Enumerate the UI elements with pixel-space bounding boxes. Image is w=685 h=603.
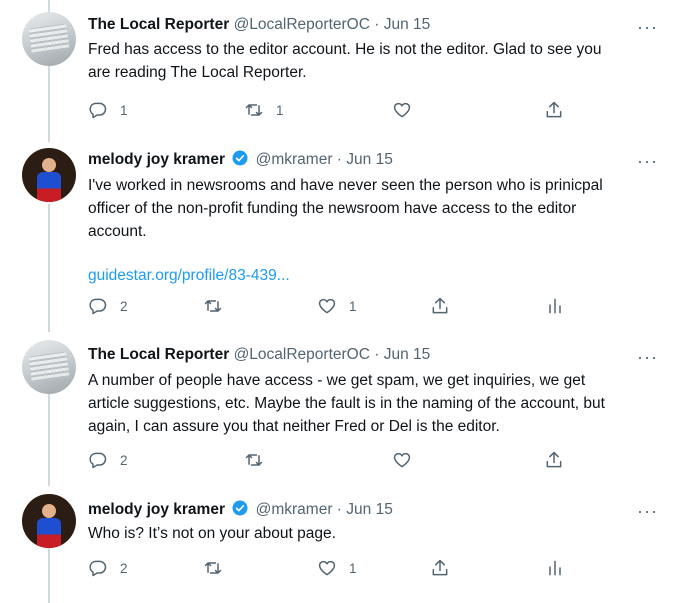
- retweet-button[interactable]: [203, 556, 223, 580]
- tweet-text-line: are reading The Local Reporter.: [88, 64, 307, 81]
- like-count: 1: [349, 560, 357, 576]
- reply-count: 2: [120, 452, 128, 468]
- profile-link[interactable]: guidestar.org/profile/83-439...: [88, 264, 668, 287]
- more-icon[interactable]: ···: [637, 152, 657, 176]
- share-button[interactable]: [430, 556, 450, 580]
- avatar[interactable]: [22, 340, 76, 394]
- author-handle[interactable]: @LocalReporterOC: [234, 346, 370, 363]
- author-name[interactable]: The Local Reporter: [88, 16, 229, 33]
- tweet-date[interactable]: Jun 15: [346, 501, 393, 518]
- tweet-text-line: Who is? It’s not on your about page.: [88, 525, 336, 542]
- reply-count: 2: [120, 560, 128, 576]
- avatar[interactable]: [22, 148, 76, 202]
- tweet-text: Who is? It’s not on your about page.: [88, 522, 668, 545]
- retweet-button[interactable]: [203, 294, 223, 318]
- tweet-text-line: A number of people have access - we get …: [88, 372, 586, 389]
- share-icon: [546, 101, 562, 118]
- tweet[interactable]: melody joy kramer @mkramer · Jun 15 ··· …: [0, 484, 685, 603]
- tweet[interactable]: The Local Reporter @LocalReporterOC · Ju…: [0, 0, 685, 136]
- avatar[interactable]: [22, 12, 76, 66]
- share-icon: [432, 559, 448, 576]
- tweet-date[interactable]: Jun 15: [346, 151, 393, 168]
- tweet[interactable]: The Local Reporter @LocalReporterOC · Ju…: [0, 330, 685, 484]
- analytics-button[interactable]: [545, 556, 565, 580]
- author-name[interactable]: The Local Reporter: [88, 346, 229, 363]
- separator-dot: ·: [336, 501, 342, 518]
- avatar[interactable]: [22, 494, 76, 548]
- reply-count: 1: [120, 102, 128, 118]
- separator-dot: ·: [374, 346, 380, 363]
- retweet-icon: [204, 300, 222, 312]
- analytics-icon: [549, 298, 561, 314]
- tweet-text: Fred has access to the editor account. H…: [88, 38, 668, 84]
- like-button[interactable]: [392, 448, 412, 472]
- author-handle[interactable]: @mkramer: [256, 501, 333, 518]
- like-button[interactable]: [392, 98, 412, 122]
- like-button[interactable]: 1: [317, 556, 357, 580]
- verified-badge-icon: [232, 150, 248, 166]
- verified-badge-icon: [232, 500, 248, 516]
- separator-dot: ·: [336, 151, 342, 168]
- author-name[interactable]: melody joy kramer: [88, 501, 225, 518]
- tweet-header: melody joy kramer @mkramer · Jun 15: [88, 149, 393, 170]
- retweet-button[interactable]: [244, 448, 264, 472]
- tweet-text-line: again, I can assure you that neither Fre…: [88, 418, 500, 435]
- tweet-header: melody joy kramer @mkramer · Jun 15: [88, 499, 393, 520]
- tweet-date[interactable]: Jun 15: [384, 346, 431, 363]
- share-button[interactable]: [544, 448, 564, 472]
- share-icon: [432, 297, 448, 314]
- share-button[interactable]: [430, 294, 450, 318]
- tweet[interactable]: melody joy kramer @mkramer · Jun 15 ··· …: [0, 136, 685, 330]
- like-count: 1: [349, 298, 357, 314]
- tweet-date[interactable]: Jun 15: [384, 16, 431, 33]
- like-icon: [393, 102, 411, 118]
- tweet-text-line: I've worked in newsrooms and have never …: [88, 177, 603, 194]
- tweet-actions: 2 1: [0, 556, 685, 580]
- share-icon: [546, 451, 562, 468]
- tweet-text-line: account.: [88, 223, 147, 240]
- tweet-actions: 2: [0, 448, 685, 472]
- like-button[interactable]: 1: [317, 294, 357, 318]
- retweet-icon: [245, 104, 263, 116]
- like-icon: [318, 560, 336, 576]
- reply-button[interactable]: 2: [88, 448, 128, 472]
- retweet-count: 1: [276, 102, 284, 118]
- analytics-icon: [549, 560, 561, 576]
- reply-icon: [89, 102, 107, 119]
- tweet-text-line: officer of the non-profit funding the ne…: [88, 200, 577, 217]
- author-handle[interactable]: @mkramer: [256, 151, 333, 168]
- tweet-header: The Local Reporter @LocalReporterOC · Ju…: [88, 15, 430, 35]
- analytics-button[interactable]: [545, 294, 565, 318]
- reply-icon: [89, 298, 107, 315]
- tweet-text: A number of people have access - we get …: [88, 369, 668, 438]
- retweet-icon: [245, 454, 263, 466]
- reply-button[interactable]: 2: [88, 294, 128, 318]
- share-button[interactable]: [544, 98, 564, 122]
- like-icon: [318, 298, 336, 314]
- tweet-actions: 2 1: [0, 294, 685, 318]
- conversation-thread: The Local Reporter @LocalReporterOC · Ju…: [0, 0, 685, 603]
- reply-count: 2: [120, 298, 128, 314]
- reply-icon: [89, 560, 107, 577]
- tweet-text-line: article suggestions, etc. Maybe the faul…: [88, 395, 605, 412]
- reply-button[interactable]: 2: [88, 556, 128, 580]
- reply-button[interactable]: 1: [88, 98, 128, 122]
- tweet-text: I've worked in newsrooms and have never …: [88, 174, 668, 287]
- author-name[interactable]: melody joy kramer: [88, 151, 225, 168]
- retweet-icon: [204, 562, 222, 574]
- separator-dot: ·: [374, 16, 380, 33]
- reply-icon: [89, 452, 107, 469]
- author-handle[interactable]: @LocalReporterOC: [234, 16, 370, 33]
- tweet-actions: 1 1: [0, 98, 685, 122]
- like-icon: [393, 452, 411, 468]
- tweet-header: The Local Reporter @LocalReporterOC · Ju…: [88, 345, 430, 365]
- retweet-button[interactable]: 1: [244, 98, 284, 122]
- tweet-text-line: Fred has access to the editor account. H…: [88, 41, 602, 58]
